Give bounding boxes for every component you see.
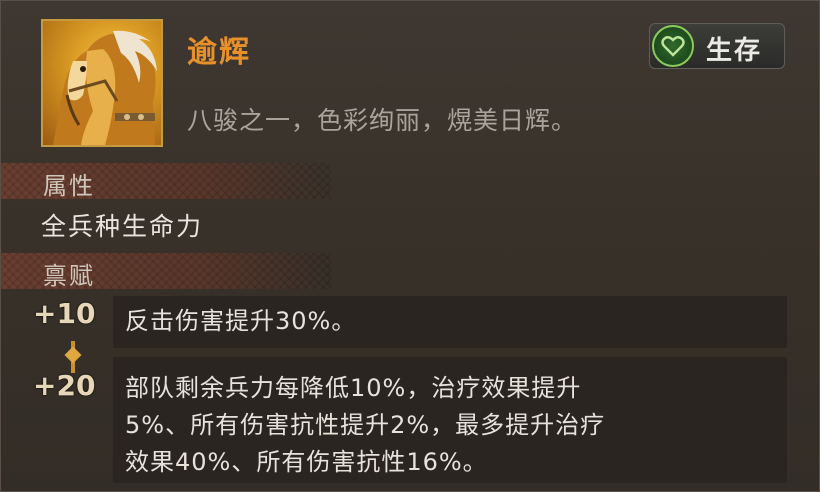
talent-level-1: +10 (33, 297, 96, 330)
level-connector-gem (64, 346, 82, 364)
horse-icon (53, 30, 157, 145)
talent-level-2: +20 (33, 369, 96, 402)
talent-row: 反击伤害提升30%。 (113, 296, 787, 348)
talent-row: 部队剩余兵力每降低10%，治疗效果提升 5%、所有伤害抗性提升2%，最多提升治疗… (113, 357, 787, 483)
talent-text-2-line-2: 5%、所有伤害抗性提升2%，最多提升治疗 (125, 411, 606, 439)
attribute-value: 全兵种生命力 (41, 212, 204, 241)
talent-text-2-line-3: 效果40%、所有伤害抗性16%。 (125, 448, 488, 476)
item-name: 逾辉 (187, 35, 251, 70)
talent-text-1: 反击伤害提升30%。 (125, 307, 357, 335)
horse-portrait (41, 19, 163, 147)
attribute-section-header: 属性 (1, 163, 331, 200)
item-tooltip-panel: 逾辉 生存 八骏之一，色彩绚丽，熀美日辉。 属性 全兵种生命力 禀赋 +10 +… (0, 0, 820, 492)
talent-section-title: 禀赋 (43, 262, 95, 290)
heart-icon (652, 25, 694, 67)
attribute-section-title: 属性 (43, 172, 95, 200)
category-badge[interactable]: 生存 (649, 23, 785, 69)
badge-label: 生存 (706, 36, 763, 66)
talent-text-2-line-1: 部队剩余兵力每降低10%，治疗效果提升 (125, 374, 582, 402)
item-description: 八骏之一，色彩绚丽，熀美日辉。 (187, 106, 578, 135)
talent-section-header: 禀赋 (1, 253, 331, 290)
